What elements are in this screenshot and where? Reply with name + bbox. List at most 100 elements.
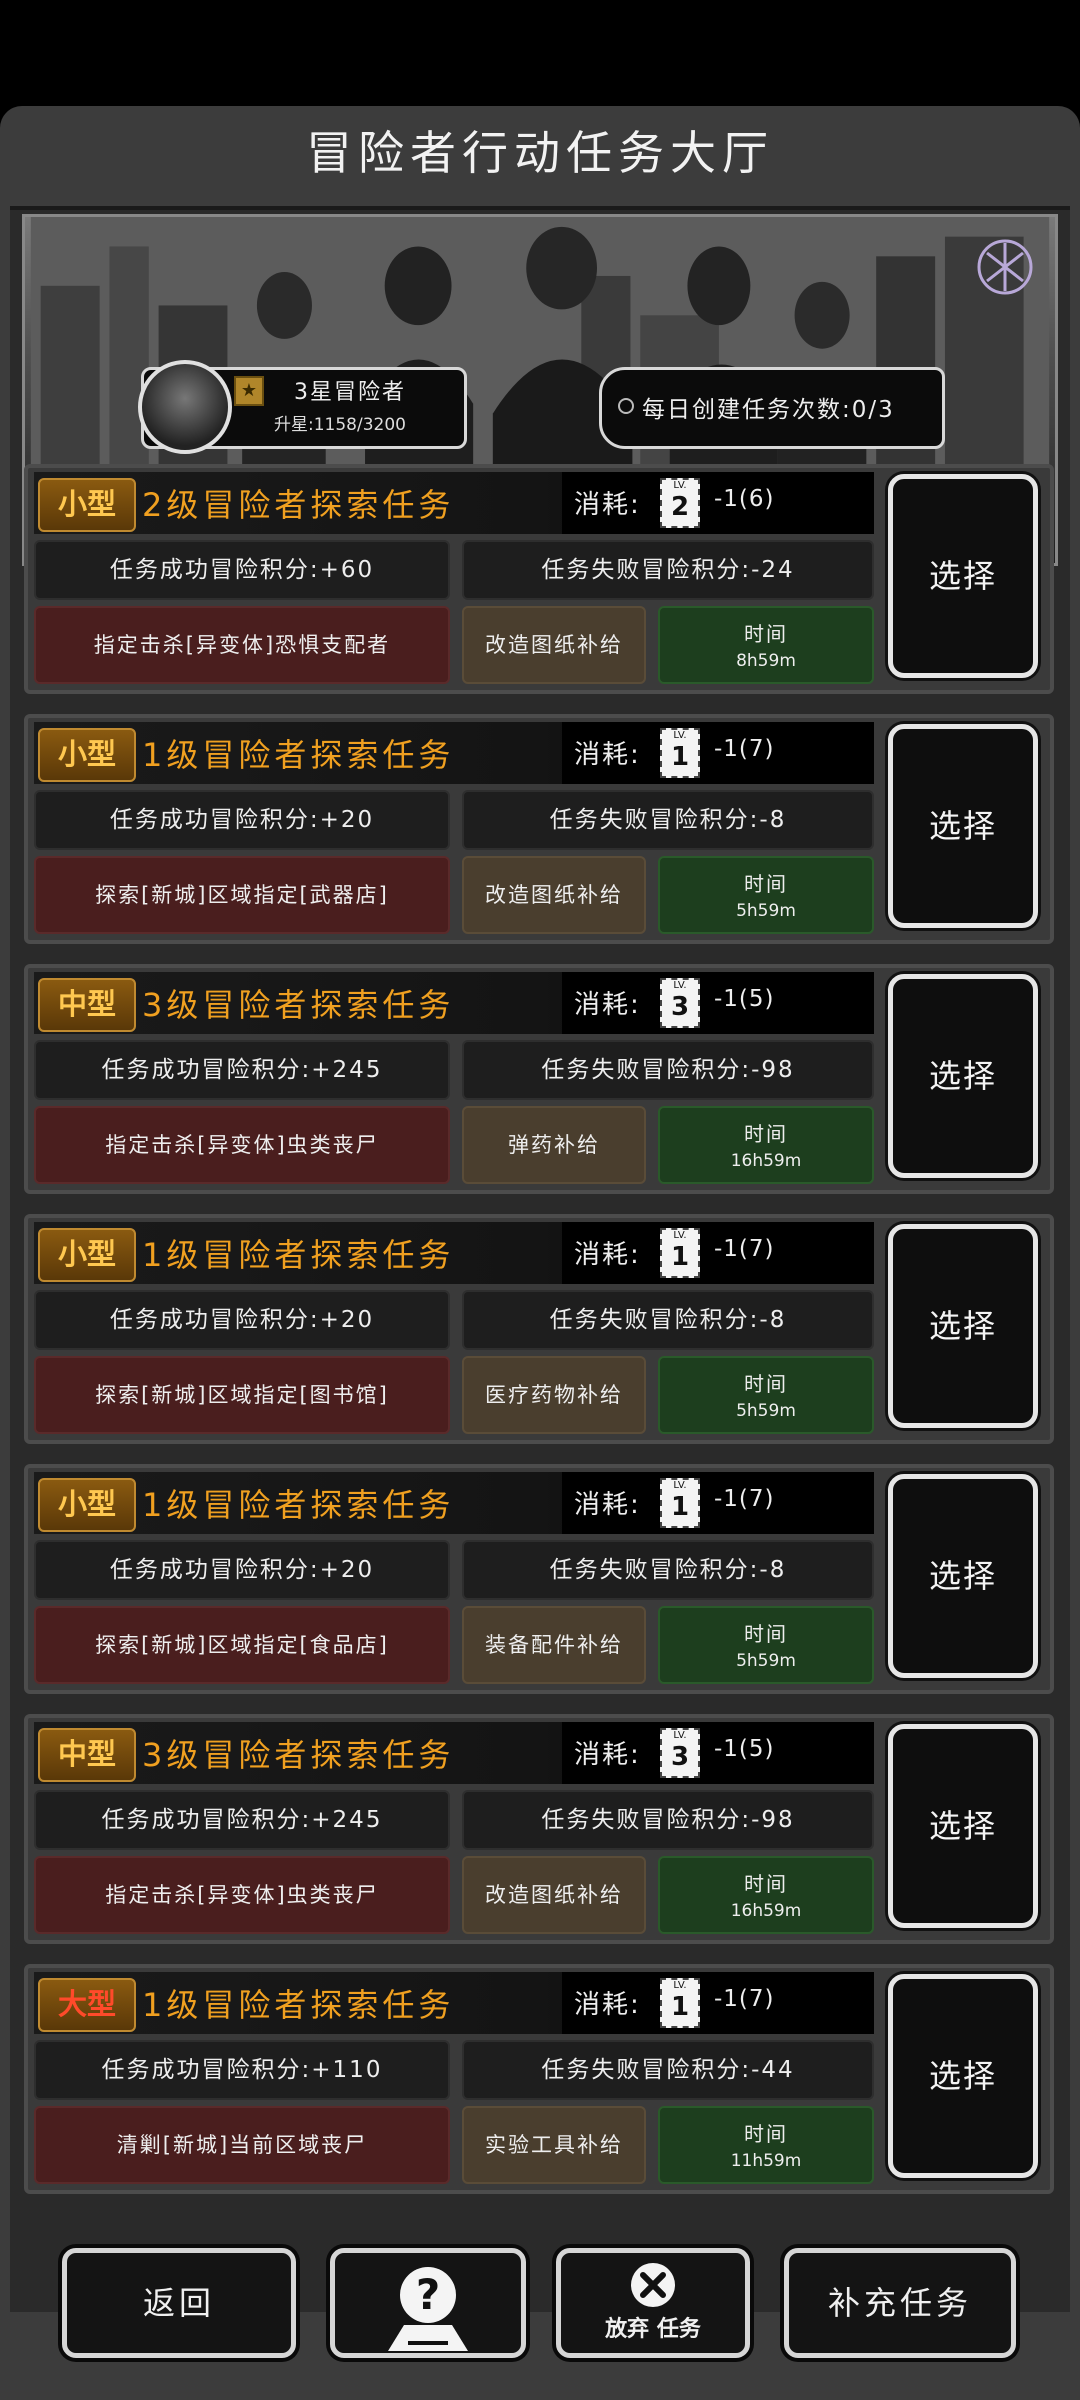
supply-reward: 装备配件补给 xyxy=(462,1606,646,1684)
level-ticket-icon: LV. 3 xyxy=(660,978,700,1028)
time-box: 时间 11h59m xyxy=(658,2106,874,2184)
time-value: 5h59m xyxy=(736,1401,796,1421)
supply-reward: 实验工具补给 xyxy=(462,2106,646,2184)
success-points: 任务成功冒险积分:+245 xyxy=(34,1790,450,1850)
task-size-badge: 小型 xyxy=(38,728,136,782)
select-task-button[interactable]: 选择 xyxy=(888,1974,1038,2178)
back-label: 返回 xyxy=(142,2284,215,2322)
task-card: 小型 1级冒险者探索任务 消耗: LV. 1 -1(7) 任务成功冒险积分:+2… xyxy=(24,714,1054,944)
task-card: 大型 1级冒险者探索任务 消耗: LV. 1 -1(7) 任务成功冒险积分:+1… xyxy=(24,1964,1054,2194)
refill-label: 补充任务 xyxy=(827,2284,972,2322)
daily-quota-plate: 每日创建任务次数:0/3 xyxy=(599,367,945,449)
supply-reward: 弹药补给 xyxy=(462,1106,646,1184)
task-objective: 指定击杀[异变体]恐惧支配者 xyxy=(34,606,450,684)
level-ticket-icon: LV. 2 xyxy=(660,478,700,528)
daily-quota-text: 每日创建任务次数:0/3 xyxy=(642,397,895,423)
cost-value: -1(5) xyxy=(714,986,775,1012)
select-task-button[interactable]: 选择 xyxy=(888,1224,1038,1428)
rank-progress: 升星:1158/3200 xyxy=(274,415,406,435)
time-box: 时间 5h59m xyxy=(658,856,874,934)
task-size-badge: 中型 xyxy=(38,1728,136,1782)
abandon-task-button[interactable]: 放弃 任务 xyxy=(556,2248,750,2358)
success-points: 任务成功冒险积分:+20 xyxy=(34,790,450,850)
task-name: 1级冒险者探索任务 xyxy=(142,1486,455,1524)
task-name: 3级冒险者探索任务 xyxy=(142,986,455,1024)
task-name: 3级冒险者探索任务 xyxy=(142,1736,455,1774)
level-ticket-number: 3 xyxy=(670,1742,690,1772)
task-title-bar: 中型 3级冒险者探索任务 消耗: LV. 3 -1(5) xyxy=(34,972,874,1034)
fail-points: 任务失败冒险积分:-98 xyxy=(462,1040,874,1100)
fail-points: 任务失败冒险积分:-44 xyxy=(462,2040,874,2100)
avatar xyxy=(138,360,232,454)
star-rank-icon: ★ xyxy=(234,376,264,406)
task-name: 2级冒险者探索任务 xyxy=(142,486,455,524)
rank-plate: ★ 3星冒险者 升星:1158/3200 xyxy=(138,360,467,454)
task-title-bar: 大型 1级冒险者探索任务 消耗: LV. 1 -1(7) xyxy=(34,1972,874,2034)
time-label: 时间 xyxy=(744,1872,788,1896)
time-label: 时间 xyxy=(744,2122,788,2146)
select-task-button[interactable]: 选择 xyxy=(888,974,1038,1178)
level-ticket-icon: LV. 1 xyxy=(660,1478,700,1528)
close-icon xyxy=(631,2263,675,2307)
level-ticket-number: 2 xyxy=(670,492,690,522)
cost-value: -1(6) xyxy=(714,486,775,512)
task-size-badge: 小型 xyxy=(38,478,136,532)
task-title-bar: 中型 3级冒险者探索任务 消耗: LV. 3 -1(5) xyxy=(34,1722,874,1784)
fail-points: 任务失败冒险积分:-8 xyxy=(462,790,874,850)
level-ticket-number: 1 xyxy=(670,1492,690,1522)
time-label: 时间 xyxy=(744,872,788,896)
dot-icon xyxy=(618,398,634,414)
success-points: 任务成功冒险积分:+110 xyxy=(34,2040,450,2100)
level-ticket-number: 1 xyxy=(670,1992,690,2022)
fail-points: 任务失败冒险积分:-24 xyxy=(462,540,874,600)
select-task-button[interactable]: 选择 xyxy=(888,1474,1038,1678)
task-size-badge: 小型 xyxy=(38,1478,136,1532)
time-box: 时间 8h59m xyxy=(658,606,874,684)
select-task-button[interactable]: 选择 xyxy=(888,724,1038,928)
fail-points: 任务失败冒险积分:-8 xyxy=(462,1540,874,1600)
level-ticket-icon: LV. 1 xyxy=(660,1978,700,2028)
time-label: 时间 xyxy=(744,1622,788,1646)
select-label: 选择 xyxy=(928,1807,997,1845)
cost-label: 消耗: xyxy=(574,990,641,1020)
cost-label: 消耗: xyxy=(574,1240,641,1270)
level-ticket-number: 1 xyxy=(670,1242,690,1272)
task-card: 中型 3级冒险者探索任务 消耗: LV. 3 -1(5) 任务成功冒险积分:+2… xyxy=(24,1714,1054,1944)
time-label: 时间 xyxy=(744,622,788,646)
refill-tasks-button[interactable]: 补充任务 xyxy=(784,2248,1016,2358)
supply-reward: 改造图纸补给 xyxy=(462,856,646,934)
task-objective: 探索[新城]区域指定[图书馆] xyxy=(34,1356,450,1434)
cost-value: -1(5) xyxy=(714,1736,775,1762)
select-label: 选择 xyxy=(928,807,997,845)
task-objective: 探索[新城]区域指定[食品店] xyxy=(34,1606,450,1684)
select-label: 选择 xyxy=(928,1057,997,1095)
task-title-bar: 小型 1级冒险者探索任务 消耗: LV. 1 -1(7) xyxy=(34,1222,874,1284)
cost-label: 消耗: xyxy=(574,1490,641,1520)
select-task-button[interactable]: 选择 xyxy=(888,474,1038,678)
cost-label: 消耗: xyxy=(574,1990,641,2020)
time-value: 16h59m xyxy=(730,1151,802,1171)
faction-emblem-icon xyxy=(977,239,1033,295)
time-label: 时间 xyxy=(744,1122,788,1146)
success-points: 任务成功冒险积分:+245 xyxy=(34,1040,450,1100)
task-size-badge: 大型 xyxy=(38,1978,136,2032)
level-ticket-number: 1 xyxy=(670,742,690,772)
time-box: 时间 16h59m xyxy=(658,1856,874,1934)
page-title: 冒险者行动任务大厅 xyxy=(306,126,774,180)
select-label: 选择 xyxy=(928,1557,997,1595)
supply-reward: 改造图纸补给 xyxy=(462,1856,646,1934)
task-title-bar: 小型 1级冒险者探索任务 消耗: LV. 1 -1(7) xyxy=(34,1472,874,1534)
task-size-badge: 小型 xyxy=(38,1228,136,1282)
help-button[interactable]: ? xyxy=(330,2248,526,2358)
back-button[interactable]: 返回 xyxy=(62,2248,296,2358)
task-title-bar: 小型 1级冒险者探索任务 消耗: LV. 1 -1(7) xyxy=(34,722,874,784)
time-value: 5h59m xyxy=(736,901,796,921)
question-icon: ? xyxy=(388,2267,468,2351)
cost-label: 消耗: xyxy=(574,1740,641,1770)
task-objective: 探索[新城]区域指定[武器店] xyxy=(34,856,450,934)
select-task-button[interactable]: 选择 xyxy=(888,1724,1038,1928)
task-objective: 指定击杀[异变体]虫类丧尸 xyxy=(34,1106,450,1184)
supply-reward: 医疗药物补给 xyxy=(462,1356,646,1434)
task-name: 1级冒险者探索任务 xyxy=(142,1236,455,1274)
time-box: 时间 5h59m xyxy=(658,1606,874,1684)
